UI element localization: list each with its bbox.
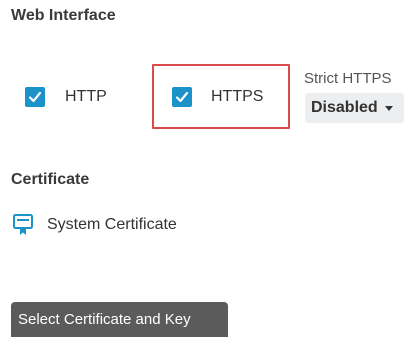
certificate-item[interactable]: System Certificate bbox=[13, 214, 177, 236]
strict-https-select[interactable]: Disabled bbox=[305, 93, 404, 123]
check-icon bbox=[28, 91, 42, 103]
http-checkbox[interactable] bbox=[25, 87, 45, 107]
strict-https-label: Strict HTTPS bbox=[304, 70, 392, 87]
certificate-title: Certificate bbox=[11, 171, 90, 188]
https-checkbox[interactable] bbox=[172, 87, 192, 107]
http-label: HTTP bbox=[65, 88, 107, 105]
https-label: HTTPS bbox=[211, 88, 264, 105]
https-checkbox-row[interactable]: HTTPS bbox=[172, 87, 263, 107]
strict-https-value: Disabled bbox=[311, 99, 378, 116]
web-interface-title: Web Interface bbox=[11, 7, 116, 24]
certificate-icon bbox=[13, 214, 33, 235]
http-checkbox-row[interactable]: HTTP bbox=[25, 87, 107, 107]
check-icon bbox=[175, 91, 189, 103]
certificate-label: System Certificate bbox=[47, 216, 177, 233]
tooltip-text: Select Certificate and Key bbox=[18, 311, 191, 328]
chevron-down-icon bbox=[384, 105, 393, 111]
tooltip: Select Certificate and Key bbox=[11, 302, 228, 337]
